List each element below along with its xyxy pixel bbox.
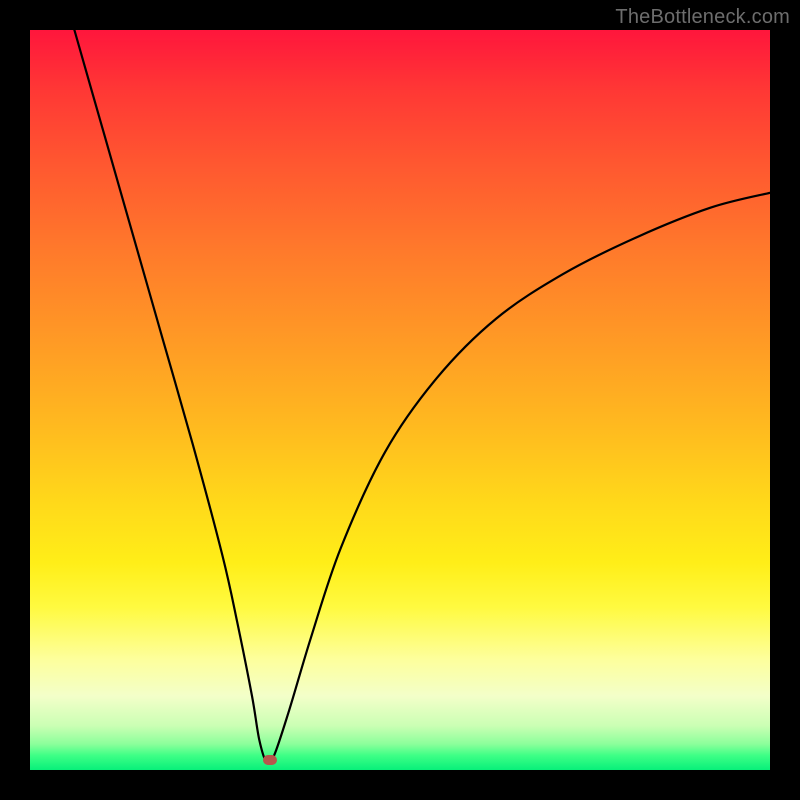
minimum-marker-icon xyxy=(263,755,277,765)
bottleneck-curve xyxy=(30,30,770,770)
plot-area xyxy=(30,30,770,770)
chart-frame: TheBottleneck.com xyxy=(0,0,800,800)
watermark-text: TheBottleneck.com xyxy=(615,6,790,29)
